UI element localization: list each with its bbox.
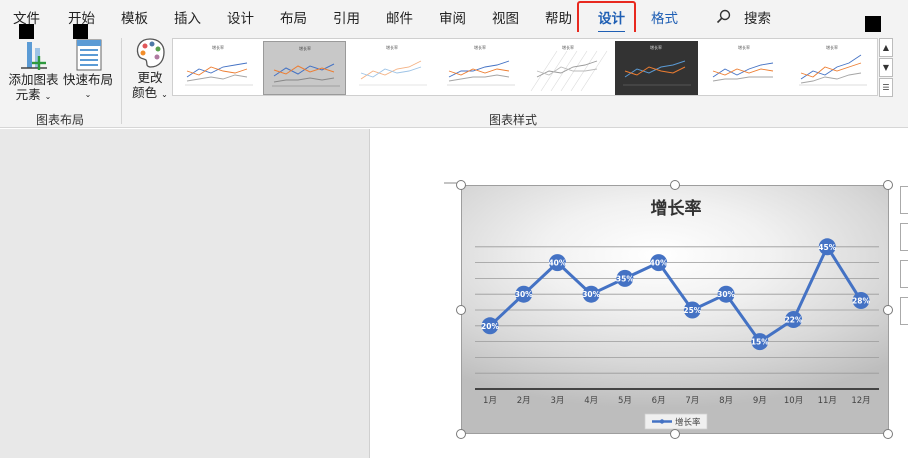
x-tick-label: 9月 [753,396,767,406]
change-colors-button[interactable]: 更改 颜色 ⌄ [128,32,172,104]
resize-handle-e[interactable] [883,305,893,315]
x-tick-label: 1月 [483,396,497,406]
x-tick-label: 12月 [851,396,870,406]
chart-style-4[interactable]: 增长率 [439,41,522,95]
data-label: 15% [751,338,769,347]
resize-handle-ne[interactable] [883,180,893,190]
data-label: 25% [683,306,701,315]
thumb-title: 增长率 [212,44,224,50]
add-chart-element-icon [20,42,47,70]
thumb-title: 增长率 [826,44,838,50]
layout-options-button[interactable] [900,186,908,214]
change-colors-label-1: 更改 [137,70,163,85]
add-chart-element-label-1: 添加图表 [8,72,59,87]
chart-style-5[interactable]: 增长率 [527,41,610,95]
chart-style-1[interactable]: 增长率 [177,41,260,95]
gallery-more-button[interactable]: ☰ [879,78,893,97]
color-palette-icon [136,38,165,68]
chart-style-7[interactable]: 增长率 [703,41,786,95]
tab-layout[interactable]: 布局 [280,7,307,27]
data-label: 22% [785,315,803,324]
change-colors-label-2: 颜色 ⌄ [132,85,168,100]
thumb-title: 增长率 [299,45,311,51]
legend-series-label: 增长率 [675,417,701,428]
x-tick-label: 3月 [550,396,564,406]
thumb-title: 增长率 [386,44,398,50]
search-label[interactable]: 搜索 [744,7,771,27]
chart-style-2-selected[interactable]: 增长率 [263,41,346,95]
chart-legend[interactable]: 增长率 [644,413,708,430]
resize-handle-n[interactable] [670,180,680,190]
add-chart-element-button[interactable]: 添加图表 元素 ⌄ [6,32,61,104]
x-tick-label: 7月 [685,396,699,406]
data-label: 30% [515,290,533,299]
data-label: 35% [616,274,634,283]
chart-style-8[interactable]: 增长率 [791,41,874,95]
x-tick-label: 8月 [719,396,733,406]
redaction-box [865,16,881,32]
chart-styles-gallery: 增长率 增长率 增长率 增长率 增长率 增长率 增长率 增长率 [172,38,878,96]
tab-view[interactable]: 视图 [492,7,519,27]
chart-styles-button[interactable] [900,260,908,288]
tab-template[interactable]: 模板 [121,7,148,27]
data-label: 20% [481,322,499,331]
tab-mailings[interactable]: 邮件 [386,7,413,27]
document-margin-area [0,129,370,458]
resize-handle-se[interactable] [883,429,893,439]
group-label-chart-styles: 图表样式 [489,113,538,127]
chart-filters-button[interactable] [900,297,908,325]
resize-handle-sw[interactable] [456,429,466,439]
data-label: 30% [717,290,735,299]
redaction-box [73,24,88,39]
data-label: 40% [548,259,566,268]
chart-elements-button[interactable] [900,223,908,251]
tab-chart-format[interactable]: 格式 [651,7,678,27]
tab-references[interactable]: 引用 [333,7,360,27]
tab-review[interactable]: 审阅 [439,7,466,27]
gallery-scroll-down-button[interactable]: ▼ [879,58,893,77]
quick-layout-label: 快速布局 [62,72,113,87]
chart-title[interactable]: 增长率 [651,198,702,219]
x-tick-label: 2月 [517,396,531,406]
chart-style-6-dark[interactable]: 增长率 [615,41,698,95]
data-label: 30% [582,290,600,299]
group-label-chart-layout: 图表布局 [36,113,85,127]
x-tick-label: 10月 [784,396,803,406]
group-separator [121,38,122,124]
legend-marker [659,419,665,424]
line-chart[interactable]: 增长率 20% 30% 40% 30% 35% 40% 25% 30% 15% 22% 45% 28%… [461,185,889,434]
chart-style-3[interactable]: 增长率 [351,41,434,95]
data-label: 28% [852,297,870,306]
thumb-title: 增长率 [650,44,662,50]
thumb-title: 增长率 [474,44,486,50]
tab-help[interactable]: 帮助 [545,7,572,27]
data-label: 40% [650,259,668,268]
search-icon[interactable] [716,9,731,24]
chevron-down-icon: ⌄ [84,90,92,99]
resize-handle-nw[interactable] [456,180,466,190]
thumb-title: 增长率 [562,44,574,50]
chart-canvas: 增长率 20% 30% 40% 30% 35% 40% 25% 30% 15% 22% 45% 28%… [475,198,879,430]
tab-design-doc[interactable]: 设计 [227,7,254,27]
ribbon-tab-bar: 文件 开始 模板 插入 设计 布局 引用 邮件 审阅 视图 帮助 设计 格式 搜… [0,0,908,38]
x-tick-label: 6月 [652,396,666,406]
resize-handle-w[interactable] [456,305,466,315]
redaction-box [19,24,34,39]
x-tick-label: 11月 [818,396,837,406]
ribbon-panel: 添加图表 元素 ⌄ 快速布局 ⌄ 更改 颜色 ⌄ 增长率 增长率 增长率 增长率… [0,24,908,128]
gallery-scroll-up-button[interactable]: ▲ [879,38,893,57]
quick-layout-button[interactable]: 快速布局 ⌄ [62,32,114,104]
x-tick-label: 5月 [618,396,632,406]
quick-layout-icon [76,39,102,71]
tab-insert[interactable]: 插入 [174,7,201,27]
x-tick-label: 4月 [584,396,598,406]
data-label: 45% [818,243,836,252]
resize-handle-s[interactable] [670,429,680,439]
add-chart-element-label-2: 元素 ⌄ [15,87,52,102]
thumb-title: 增长率 [738,44,750,50]
